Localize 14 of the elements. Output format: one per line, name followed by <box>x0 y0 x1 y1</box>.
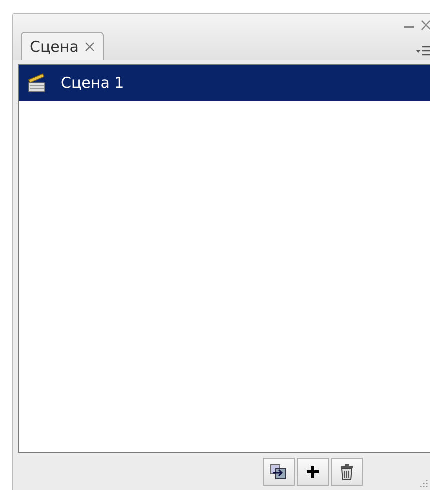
minimize-icon[interactable] <box>404 26 414 29</box>
trash-icon <box>340 463 354 481</box>
panel-menu-icon[interactable] <box>416 46 430 56</box>
scene-tab[interactable]: Сцена <box>21 32 104 60</box>
close-icon[interactable] <box>84 42 95 52</box>
plus-icon <box>306 465 320 479</box>
scene-name: Сцена 1 <box>61 74 124 92</box>
close-icon[interactable] <box>421 20 430 31</box>
delete-scene-button[interactable] <box>331 458 363 486</box>
add-scene-button[interactable] <box>297 458 329 486</box>
duplicate-scene-button[interactable] <box>263 458 295 486</box>
duplicate-icon <box>270 464 288 480</box>
clapperboard-icon <box>27 73 47 93</box>
scene-item[interactable]: Сцена 1 <box>19 65 430 101</box>
